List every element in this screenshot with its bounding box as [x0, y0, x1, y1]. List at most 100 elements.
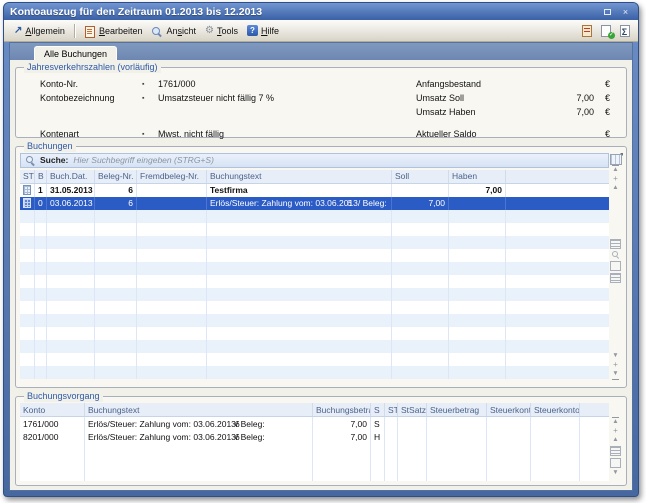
columns-icon[interactable]	[610, 458, 621, 468]
tab-alle-buchungen[interactable]: Alle Buchungen	[34, 46, 117, 60]
cell-st	[385, 417, 398, 430]
scroll-up-icon[interactable]: ▲	[612, 184, 618, 193]
scroll-up-icon[interactable]: ▲	[612, 436, 618, 445]
col-header-stsatz[interactable]: StSatz	[398, 403, 427, 416]
col-header-soll[interactable]: Soll	[392, 170, 449, 183]
menu-ansicht[interactable]: Ansicht	[147, 23, 200, 39]
empty-row[interactable]	[20, 301, 609, 314]
col-header-steuerkonto1[interactable]: Steuerkonto 1	[487, 403, 531, 416]
add-row-icon[interactable]: +	[613, 175, 618, 184]
col-header-buchungstext[interactable]: Buchungstext	[85, 403, 313, 416]
col-header-st[interactable]: ST	[385, 403, 398, 416]
column-chooser-icon[interactable]	[610, 154, 622, 165]
zoom-icon[interactable]	[612, 251, 620, 259]
transaction-row[interactable]: 8201/000 Erlös/Steuer: Zahlung vom: 03.0…	[20, 430, 609, 443]
search-icon	[25, 155, 35, 165]
empty-row[interactable]	[20, 366, 609, 379]
search-bar[interactable]: Suche: Hier Suchbegriff eingeben (STRG+S…	[20, 153, 609, 168]
empty-row[interactable]	[20, 314, 609, 327]
col-header-steuerkonto2[interactable]: Steuerkonto 2	[531, 403, 580, 416]
empty-row[interactable]	[20, 327, 609, 340]
cell-stsatz	[398, 417, 427, 430]
cell-text-beleg: 6	[235, 430, 240, 443]
close-button[interactable]: ×	[619, 6, 632, 18]
menu-divider	[74, 24, 75, 38]
empty-row[interactable]	[20, 210, 609, 223]
empty-row[interactable]	[20, 275, 609, 288]
col-header-steuerbetrag[interactable]: Steuerbetrag	[427, 403, 487, 416]
details-icon[interactable]	[610, 239, 621, 249]
sum-document-button[interactable]: Σ	[619, 24, 632, 38]
restore-icon	[604, 9, 611, 15]
content-area: Jahresverkehrszahlen (vorläufig) Konto-N…	[10, 60, 632, 490]
transaction-side-toolbar: ▲ + ▲ ▼	[609, 403, 622, 481]
menu-tools[interactable]: ⚙ Tools	[201, 24, 242, 38]
cell-text: Erlös/Steuer: Zahlung vom: 03.06.2013/ B…	[85, 430, 313, 443]
confirm-document-button[interactable]: ✓	[600, 24, 613, 38]
empty-row[interactable]	[20, 340, 609, 353]
view-options-icon[interactable]	[610, 273, 621, 283]
col-header-s[interactable]: S	[371, 403, 385, 416]
empty-row[interactable]	[20, 249, 609, 262]
field-value: 7,00	[542, 107, 594, 117]
col-header-belegnr[interactable]: Beleg-Nr.	[95, 170, 137, 183]
col-header-fremdbelegnr[interactable]: Fremdbeleg-Nr.	[137, 170, 207, 183]
transaction-table-empty-area[interactable]	[20, 443, 609, 481]
cell-betrag: 7,00	[313, 417, 371, 430]
details-icon[interactable]	[610, 446, 621, 456]
client-frame: Alle Buchungen Jahresverkehrszahlen (vor…	[9, 42, 633, 491]
add-row-icon[interactable]: +	[613, 427, 618, 436]
col-header-konto[interactable]: Konto	[20, 403, 85, 416]
field-value: Mwst. nicht fällig	[158, 129, 224, 139]
bullet-icon: ▪	[142, 95, 158, 102]
summary-group-title: Jahresverkehrszahlen (vorläufig)	[24, 62, 161, 73]
empty-row[interactable]	[20, 288, 609, 301]
cell-b: 0	[35, 197, 47, 210]
menu-hilfe[interactable]: ? Hilfe	[243, 23, 283, 38]
field-umsatz-haben: Umsatz Haben 7,00 €	[416, 105, 610, 119]
field-umsatz-soll: Umsatz Soll 7,00 €	[416, 91, 610, 105]
go-last-icon[interactable]: ▼	[612, 370, 618, 380]
cell-soll	[392, 184, 449, 197]
add-row-icon[interactable]: +	[613, 361, 618, 370]
booking-row-selected[interactable]: 0 03.06.2013 6 Erlös/Steuer: Zahlung vom…	[20, 197, 609, 210]
booking-row[interactable]: 1 31.05.2013 6 Testfirma 7,00	[20, 184, 609, 197]
col-header-haben[interactable]: Haben	[449, 170, 506, 183]
storno-grid-icon	[23, 185, 31, 195]
notes-button[interactable]	[581, 24, 594, 38]
cell-haben: 7,00	[449, 184, 506, 197]
cell-steuerbetrag	[427, 430, 487, 443]
cell-steuerkonto2	[531, 417, 580, 430]
title-bar[interactable]: Kontoauszug für den Zeitraum 01.2013 bis…	[4, 3, 638, 20]
field-value: 7,00	[542, 93, 594, 103]
help-icon: ?	[247, 25, 258, 36]
scroll-down-icon[interactable]: ▼	[612, 469, 618, 478]
empty-row[interactable]	[20, 262, 609, 275]
col-header-b[interactable]: B	[35, 170, 47, 183]
col-header-buchungsbetrag[interactable]: Buchungsbetrag	[313, 403, 371, 416]
menu-bearbeiten[interactable]: Bearbeiten	[80, 23, 147, 39]
app-window: Kontoauszug für den Zeitraum 01.2013 bis…	[3, 2, 639, 497]
col-header-buchungstext[interactable]: Buchungstext	[207, 170, 392, 183]
cell-steuerbetrag	[427, 417, 487, 430]
search-placeholder: Hier Suchbegriff eingeben (STRG+S)	[73, 155, 214, 165]
summary-groupbox: Jahresverkehrszahlen (vorläufig) Konto-N…	[15, 67, 627, 138]
empty-row[interactable]	[20, 353, 609, 366]
transaction-row[interactable]: 1761/000 Erlös/Steuer: Zahlung vom: 03.0…	[20, 417, 609, 430]
restore-button[interactable]	[601, 6, 614, 18]
col-header-st[interactable]: ST	[20, 170, 35, 183]
col-header-buchdat[interactable]: Buch.Dat.	[47, 170, 95, 183]
empty-row[interactable]	[20, 236, 609, 249]
field-label: Umsatz Soll	[416, 93, 542, 103]
search-label: Suche:	[40, 155, 68, 165]
empty-row[interactable]	[20, 223, 609, 236]
field-aktueller-saldo: Aktueller Saldo €	[416, 127, 610, 141]
menu-allgemein[interactable]: ↗ Allgemein	[10, 24, 69, 38]
columns-icon[interactable]	[610, 261, 621, 271]
field-value: Umsatzsteuer nicht fällig 7 %	[158, 93, 274, 103]
bookings-table-header: ST B Buch.Dat. Beleg-Nr. Fremdbeleg-Nr. …	[20, 170, 609, 184]
notes-icon	[584, 28, 590, 29]
sigma-icon: Σ	[619, 26, 630, 38]
col-header-filler	[580, 403, 609, 416]
cell-text-beleg: 6	[235, 417, 240, 430]
